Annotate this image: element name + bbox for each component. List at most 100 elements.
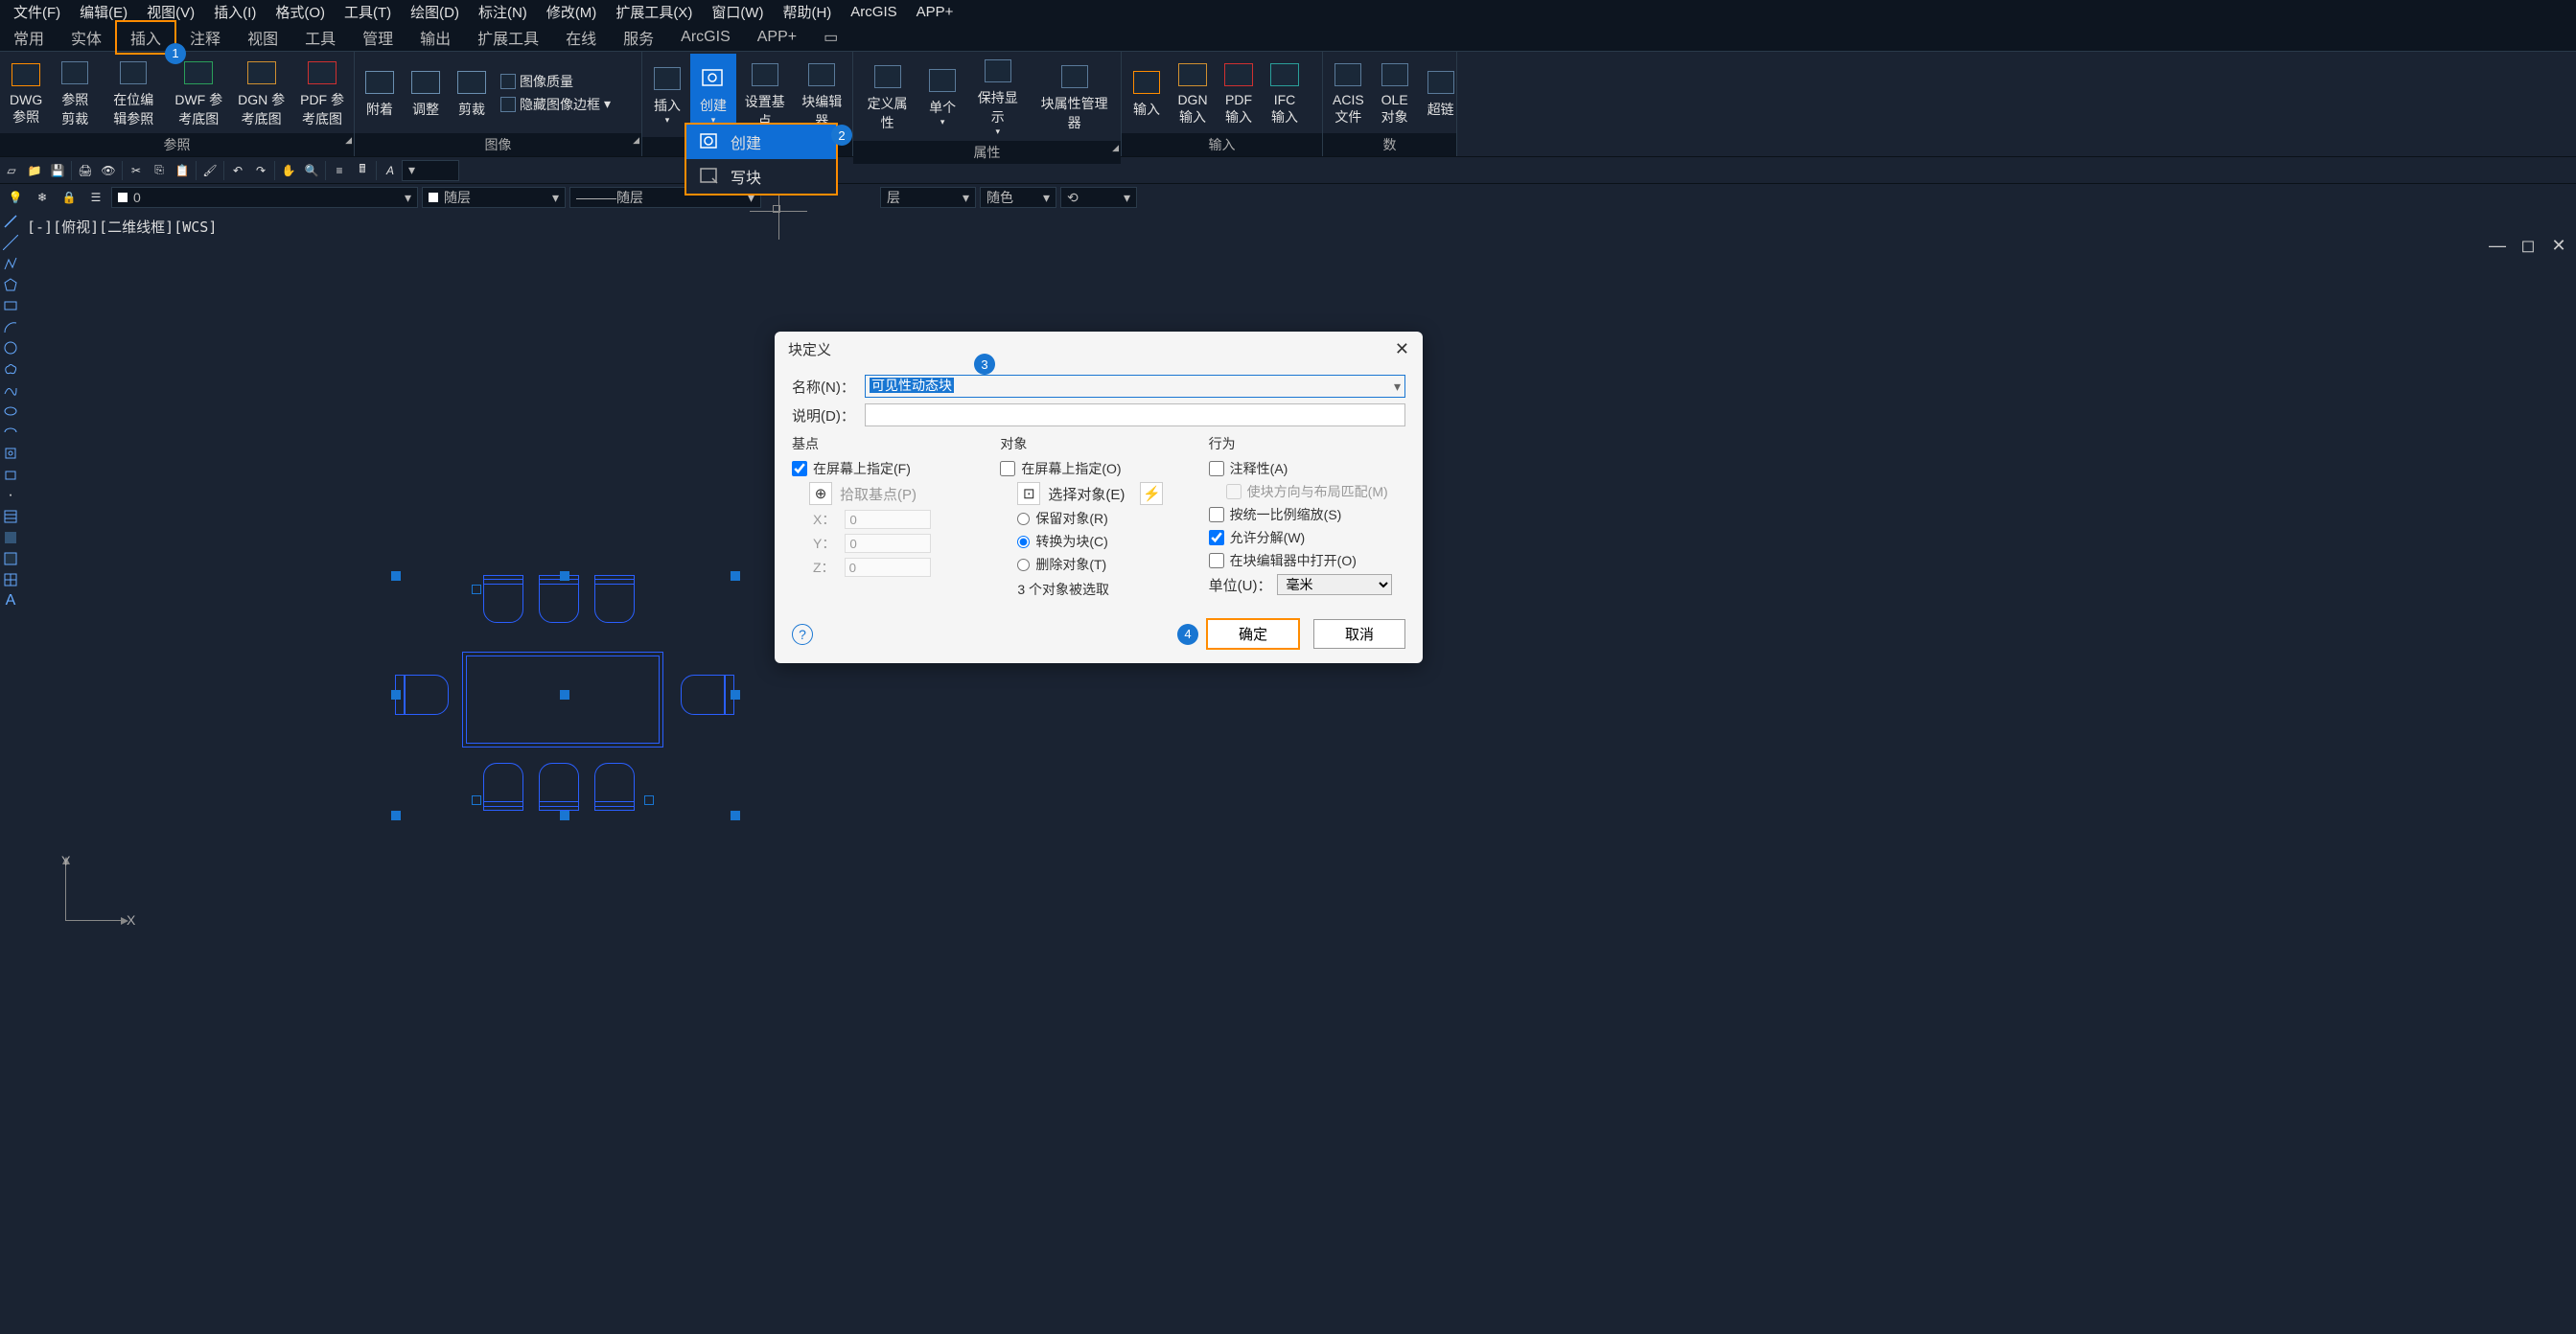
lt-point[interactable]: · <box>1 486 20 505</box>
btn-link[interactable]: 超链 <box>1418 54 1464 131</box>
maximize-button[interactable]: ◻ <box>2517 234 2540 257</box>
dialog-close-button[interactable]: ✕ <box>1395 339 1409 359</box>
dropdown-item-create[interactable]: 创建 <box>686 125 836 159</box>
radio-delete[interactable]: 删除对象(T) <box>1017 555 1196 574</box>
lt-revcloud[interactable] <box>1 359 20 379</box>
menu-view[interactable]: 视图(V) <box>137 2 204 22</box>
lt-circle[interactable] <box>1 338 20 357</box>
lt-line[interactable] <box>1 212 20 231</box>
qt-open[interactable]: 📁 <box>23 159 46 182</box>
btn-attach[interactable]: 附着 <box>357 54 403 131</box>
menu-format[interactable]: 格式(O) <box>266 2 335 22</box>
qt-copy[interactable]: ⎘ <box>148 159 171 182</box>
tab-manage[interactable]: 管理 <box>349 22 406 53</box>
tab-annotate[interactable]: 注释 <box>176 22 234 53</box>
pick-basepoint-button[interactable]: ⊕ <box>809 482 832 505</box>
qt-pan[interactable]: ✋ <box>277 159 300 182</box>
qt-redo[interactable]: ↷ <box>249 159 272 182</box>
lt-polygon[interactable] <box>1 275 20 294</box>
layer-lock[interactable]: 🔒 <box>58 186 81 209</box>
check-annotative[interactable]: 注释性(A) <box>1209 459 1405 478</box>
tab-view[interactable]: 视图 <box>234 22 291 53</box>
check-open-editor[interactable]: 在块编辑器中打开(O) <box>1209 551 1405 570</box>
radio-keep[interactable]: 保留对象(R) <box>1017 509 1196 528</box>
qt-calc[interactable]: 🖩 <box>351 159 374 182</box>
menu-dimension[interactable]: 标注(N) <box>469 2 537 22</box>
tab-image-button[interactable]: ▭ <box>810 24 851 51</box>
layer-freeze[interactable]: ❄ <box>31 186 54 209</box>
chevron-down-icon[interactable]: ▾ <box>1394 379 1401 395</box>
text-style-dd[interactable]: ▾ <box>402 160 459 181</box>
dropdown-item-wblock[interactable]: 写块 <box>686 159 836 194</box>
btn-ref-clip[interactable]: 参照剪裁 <box>50 54 100 131</box>
lt-xline[interactable] <box>1 233 20 252</box>
menu-window[interactable]: 窗口(W) <box>702 2 773 22</box>
btn-dwf-ref[interactable]: DWF 参 考底图 <box>167 54 230 131</box>
btn-keep-display[interactable]: 保持显示▾ <box>965 54 1030 139</box>
btn-dgn-import[interactable]: DGN 输入 <box>1170 54 1216 131</box>
menu-extend[interactable]: 扩展工具(X) <box>606 2 702 22</box>
select-objects-button[interactable]: ⊡ <box>1017 482 1040 505</box>
lt-text[interactable]: A <box>1 591 20 610</box>
btn-pdf-ref[interactable]: PDF 参 考底图 <box>292 54 352 131</box>
menu-appplus[interactable]: APP+ <box>907 4 963 20</box>
tab-entity[interactable]: 实体 <box>58 22 115 53</box>
layer-on[interactable]: 💡 <box>4 186 27 209</box>
btn-ole[interactable]: OLE 对象 <box>1372 54 1418 131</box>
menu-tools[interactable]: 工具(T) <box>335 2 401 22</box>
x-input[interactable] <box>845 510 931 529</box>
lt-hatch[interactable] <box>1 507 20 526</box>
quickselect-button[interactable]: ⚡ <box>1140 482 1163 505</box>
tab-output[interactable]: 输出 <box>406 22 464 53</box>
lineweight-dd[interactable]: 层 ▾ <box>880 187 976 208</box>
lt-spline[interactable] <box>1 380 20 400</box>
lt-table[interactable] <box>1 570 20 589</box>
btn-ifc-import[interactable]: IFC 输入 <box>1262 54 1308 131</box>
btn-pdf-import[interactable]: PDF 输入 <box>1216 54 1262 131</box>
unit-select[interactable]: 毫米 <box>1277 574 1392 595</box>
btn-attr-mgr[interactable]: 块属性管理器 <box>1030 54 1119 139</box>
menu-arcgis[interactable]: ArcGIS <box>841 4 906 20</box>
lt-arc[interactable] <box>1 317 20 336</box>
menu-file[interactable]: 文件(F) <box>4 2 70 22</box>
btn-def-attr[interactable]: 定义属性 <box>855 54 919 139</box>
qt-zoom[interactable]: 🔍 <box>300 159 323 182</box>
menu-modify[interactable]: 修改(M) <box>537 2 607 22</box>
check-onscreen-obj[interactable]: 在屏幕上指定(O) <box>1000 459 1196 478</box>
menu-insert[interactable]: 插入(I) <box>204 2 266 22</box>
help-button[interactable]: ? <box>792 624 813 645</box>
lt-pline[interactable] <box>1 254 20 273</box>
qt-props[interactable]: ≡ <box>328 159 351 182</box>
minimize-button[interactable]: — <box>2486 234 2509 257</box>
tab-insert[interactable]: 插入 1 <box>115 20 176 55</box>
radio-convert[interactable]: 转换为块(C) <box>1017 532 1196 551</box>
lt-block[interactable] <box>1 465 20 484</box>
tab-extend[interactable]: 扩展工具 <box>464 22 552 53</box>
tab-arcgis[interactable]: ArcGIS <box>667 25 744 50</box>
tab-service[interactable]: 服务 <box>610 22 667 53</box>
btn-single[interactable]: 单个▾ <box>919 54 965 139</box>
color-dd[interactable]: 随层 ▾ <box>422 187 566 208</box>
tab-common[interactable]: 常用 <box>0 22 58 53</box>
name-input[interactable]: 可见性动态块 ▾ <box>865 375 1405 398</box>
qt-new[interactable]: ▱ <box>0 159 23 182</box>
close-button[interactable]: ✕ <box>2547 234 2570 257</box>
lt-region[interactable] <box>1 549 20 568</box>
lt-ellarc[interactable] <box>1 423 20 442</box>
qt-cut[interactable]: ✂ <box>125 159 148 182</box>
tab-appplus[interactable]: APP+ <box>744 25 810 50</box>
btn-adjust[interactable]: 调整 <box>403 54 449 131</box>
lt-rect[interactable] <box>1 296 20 315</box>
btn-dwg-ref[interactable]: DWG 参照 <box>2 54 50 131</box>
btn-acis[interactable]: ACIS 文件 <box>1325 54 1372 131</box>
expand-icon[interactable]: ◢ <box>633 135 639 146</box>
layer-mgr[interactable]: ☰ <box>84 186 107 209</box>
qt-save[interactable]: 💾 <box>46 159 69 182</box>
qt-text[interactable]: A <box>379 159 402 182</box>
check-uniform-scale[interactable]: 按统一比例缩放(S) <box>1209 505 1405 524</box>
qt-print[interactable]: 🖨 <box>74 159 97 182</box>
btn-img-clip[interactable]: 剪裁 <box>449 54 495 131</box>
tab-online[interactable]: 在线 <box>552 22 610 53</box>
qt-preview[interactable]: 👁 <box>97 159 120 182</box>
tab-tools[interactable]: 工具 <box>291 22 349 53</box>
